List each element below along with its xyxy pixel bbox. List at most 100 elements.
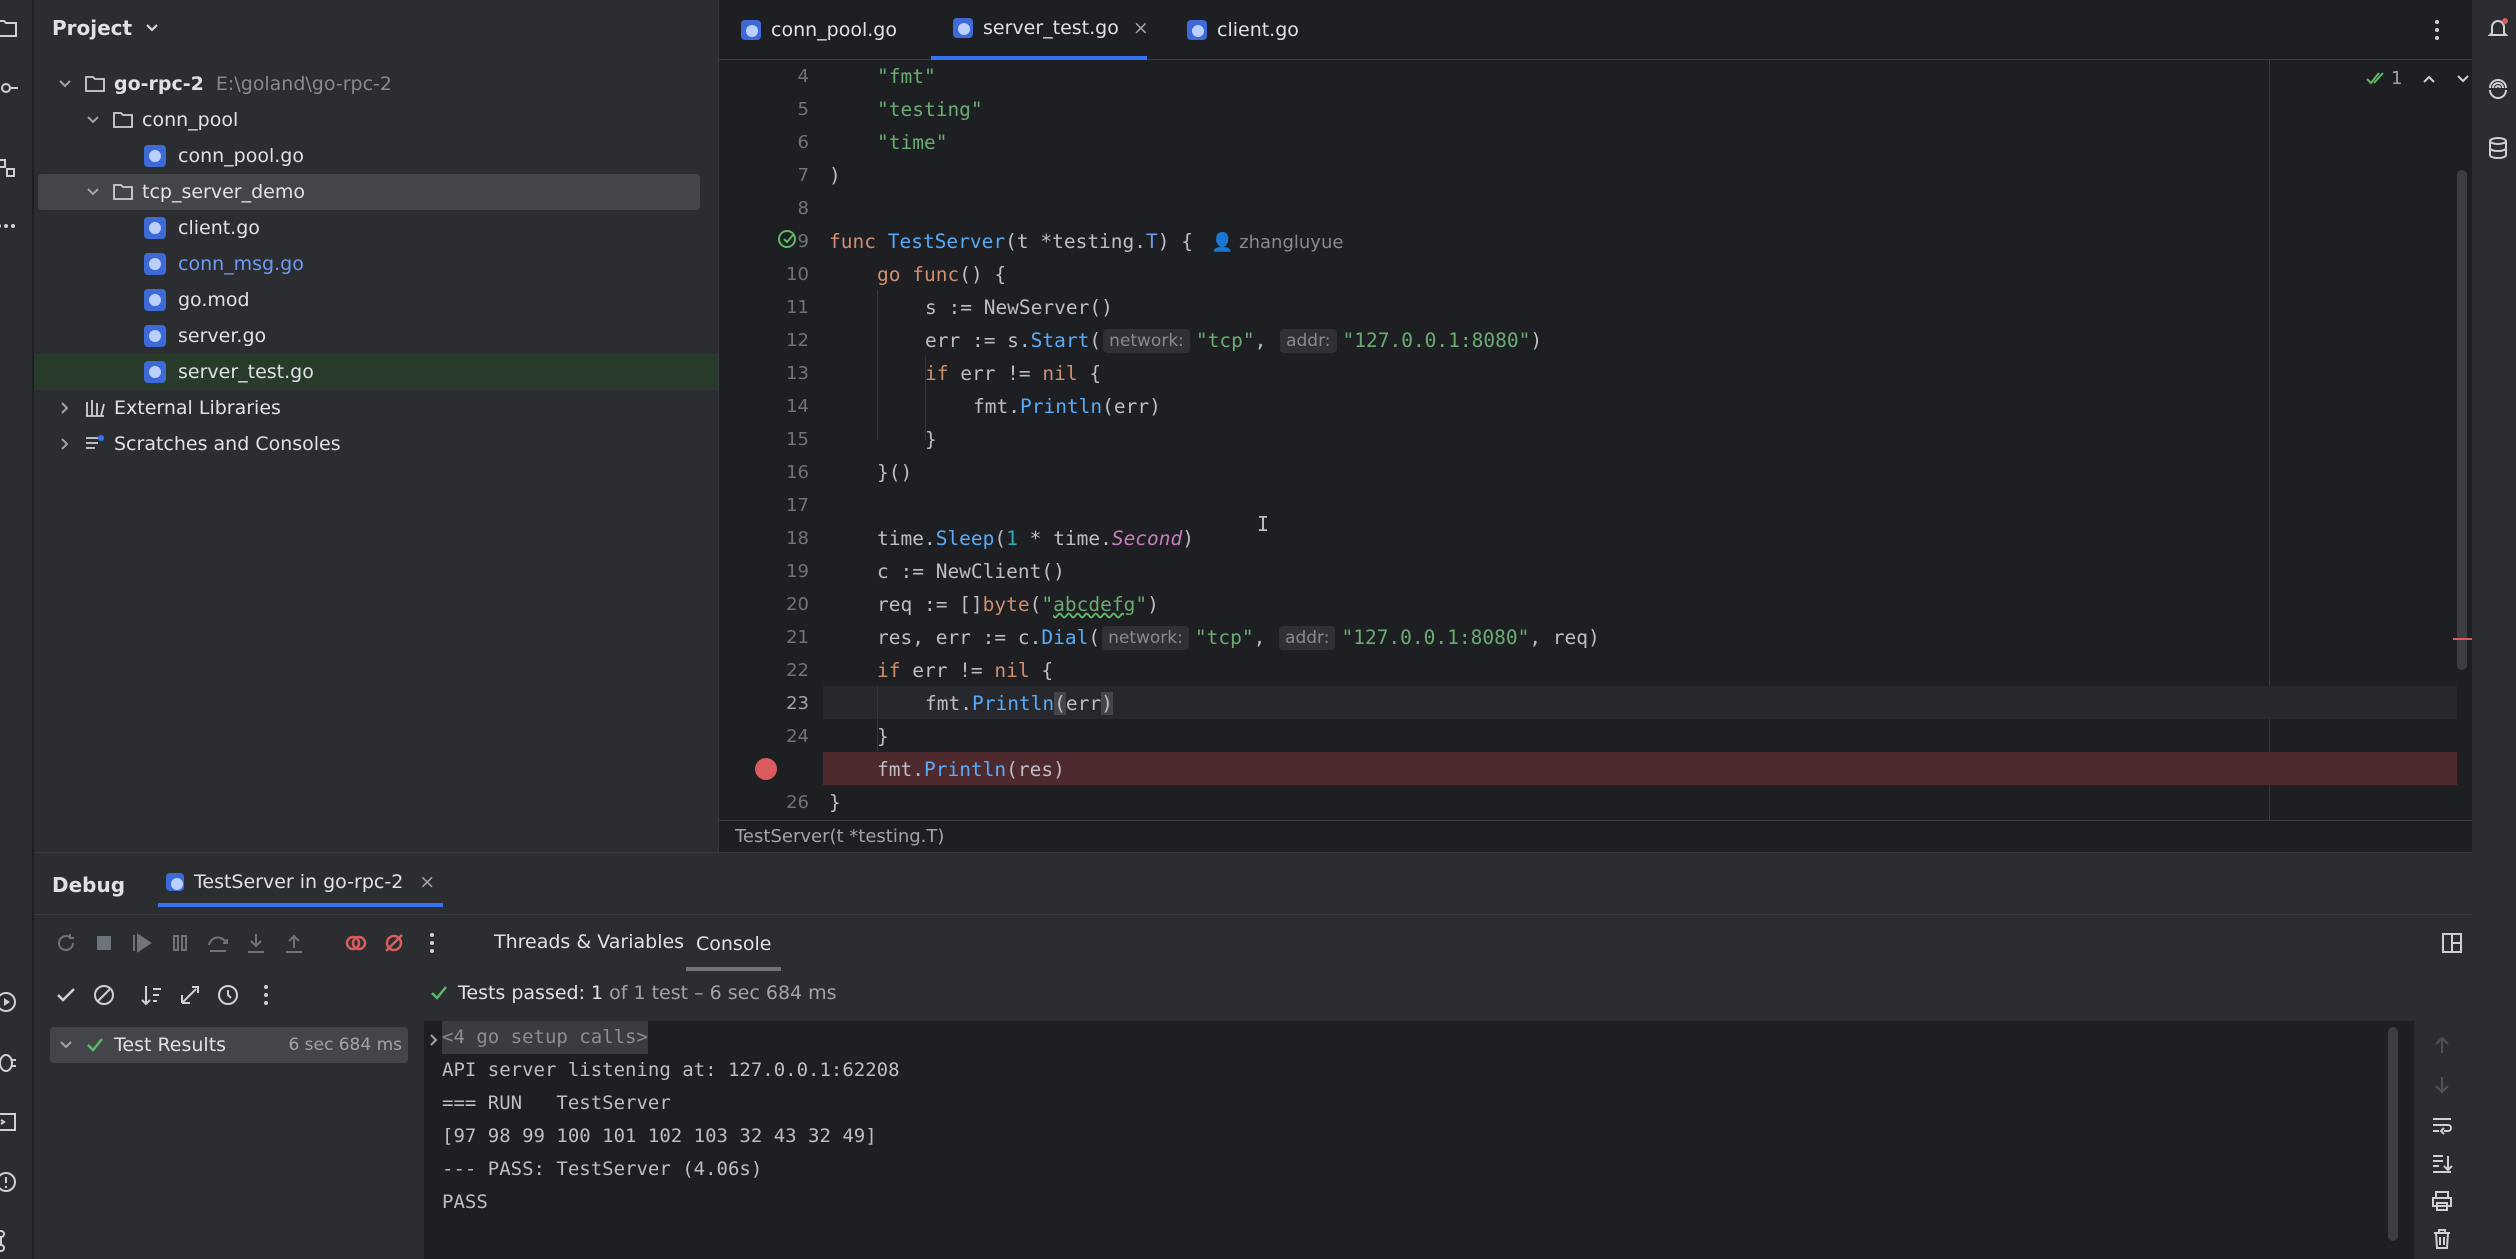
show-passed-icon[interactable]: [54, 983, 78, 1007]
tree-item-conn-msg-go[interactable]: conn_msg.go: [34, 246, 718, 282]
chevron-down-icon[interactable]: [56, 75, 74, 93]
step-into-icon[interactable]: [244, 931, 268, 955]
console-line: [97 98 99 100 101 102 103 32 43 32 49]: [442, 1125, 877, 1147]
ai-assistant-icon[interactable]: [2486, 76, 2510, 100]
tab-threads-variables[interactable]: Threads & Variables: [494, 931, 684, 953]
commit-icon[interactable]: [0, 76, 18, 100]
step-over-icon[interactable]: [206, 931, 230, 955]
stop-icon[interactable]: [92, 931, 116, 955]
go-file-icon: [741, 20, 761, 40]
console-line: <4 go setup calls>: [442, 1021, 648, 1054]
print-icon[interactable]: [2430, 1189, 2454, 1213]
tab-client-go[interactable]: client.go: [1165, 0, 1321, 60]
go-file-icon: [144, 253, 166, 275]
more-actions-icon[interactable]: [428, 931, 436, 955]
layout-settings-icon[interactable]: [2440, 931, 2464, 955]
git-icon[interactable]: [0, 1228, 18, 1252]
more-tools-icon[interactable]: [0, 214, 18, 238]
folder-icon: [112, 109, 134, 131]
scroll-down-icon[interactable]: [2430, 1073, 2454, 1097]
chevron-right-icon[interactable]: [428, 1033, 440, 1047]
database-icon[interactable]: [2486, 136, 2510, 160]
sort-alphabetically-icon[interactable]: [140, 983, 164, 1007]
tree-item-go-mod[interactable]: go.mod: [34, 282, 718, 318]
resume-icon[interactable]: [130, 931, 154, 955]
tab-conn-pool-go[interactable]: conn_pool.go: [719, 0, 919, 60]
param-hint: network:: [1103, 329, 1190, 353]
tree-item-conn-pool-go[interactable]: conn_pool.go: [34, 138, 718, 174]
scroll-to-end-icon[interactable]: [2430, 1151, 2454, 1175]
chevron-down-icon[interactable]: [84, 183, 102, 201]
code-area[interactable]: "fmt" "testing" "time" ) func TestServer…: [719, 60, 2459, 820]
tree-item-label: server_test.go: [178, 361, 314, 383]
tree-item-conn-pool[interactable]: conn_pool: [34, 102, 718, 138]
tree-item-label: conn_msg.go: [178, 253, 304, 275]
session-close-icon[interactable]: ×: [419, 871, 435, 893]
tree-item-label: go.mod: [178, 289, 250, 311]
chevron-right-icon[interactable]: [56, 399, 74, 417]
tree-item-path: E:\goland\go-rpc-2: [215, 73, 392, 95]
chevron-down-icon[interactable]: [58, 1037, 74, 1053]
more-test-actions-icon[interactable]: [262, 983, 270, 1007]
project-view-selector[interactable]: Project: [52, 16, 159, 40]
tree-item-client-go[interactable]: client.go: [34, 210, 718, 246]
tree-item-label: conn_pool: [142, 109, 239, 131]
clear-all-icon[interactable]: [2430, 1227, 2454, 1251]
author-name: zhangluyue: [1239, 232, 1344, 253]
rerun-icon[interactable]: [54, 931, 78, 955]
go-mod-icon: [144, 289, 166, 311]
tree-item-external-libraries[interactable]: External Libraries: [34, 390, 718, 426]
scroll-up-icon[interactable]: [2430, 1033, 2454, 1057]
tab-label: client.go: [1217, 19, 1299, 41]
step-out-icon[interactable]: [282, 931, 306, 955]
tree-item-server-test-go[interactable]: server_test.go: [34, 354, 718, 390]
project-title: Project: [52, 16, 133, 40]
tree-item-tcp-server-demo[interactable]: tcp_server_demo: [38, 174, 700, 210]
test-results-time: 6 sec 684 ms: [288, 1035, 402, 1055]
console-output[interactable]: <4 go setup calls> API server listening …: [424, 1021, 2414, 1259]
console-line: PASS: [442, 1191, 488, 1213]
go-file-icon: [144, 325, 166, 347]
more-options-icon[interactable]: [2433, 18, 2441, 42]
folder-icon[interactable]: [0, 16, 18, 40]
show-ignored-icon[interactable]: [92, 983, 116, 1007]
tree-item-go-rpc-2[interactable]: go-rpc-2 E:\goland\go-rpc-2: [34, 66, 718, 102]
editor-panel: conn_pool.go server_test.go × client.go …: [718, 0, 2473, 852]
param-hint: addr:: [1279, 626, 1336, 650]
pause-icon[interactable]: [168, 931, 192, 955]
sort-by-duration-icon[interactable]: [178, 983, 202, 1007]
history-icon[interactable]: [216, 983, 240, 1007]
tab-close-icon[interactable]: ×: [1133, 17, 1149, 39]
go-file-icon: [144, 145, 166, 167]
debug-icon[interactable]: [0, 1050, 18, 1074]
run-icon[interactable]: [0, 990, 18, 1014]
mute-breakpoints-icon[interactable]: [382, 931, 406, 955]
test-results-row[interactable]: Test Results 6 sec 684 ms: [50, 1027, 408, 1063]
session-label: TestServer in go-rpc-2: [194, 871, 404, 893]
console-line: === RUN TestServer: [442, 1092, 671, 1114]
structure-icon[interactable]: [0, 156, 18, 180]
view-breakpoints-icon[interactable]: [344, 931, 368, 955]
debug-session-tab[interactable]: TestServer in go-rpc-2 ×: [158, 861, 444, 907]
go-test-file-icon: [144, 361, 166, 383]
tree-item-scratches[interactable]: Scratches and Consoles: [34, 426, 718, 462]
tree-item-label: Scratches and Consoles: [114, 433, 341, 455]
tests-passed-count: 1: [591, 982, 604, 1004]
tests-status: Tests passed: 1 of 1 test – 6 sec 684 ms: [430, 975, 837, 1011]
soft-wrap-icon[interactable]: [2430, 1113, 2454, 1137]
tree-item-server-go[interactable]: server.go: [34, 318, 718, 354]
chevron-right-icon[interactable]: [56, 435, 74, 453]
debug-title: Debug: [52, 873, 126, 897]
tests-passed-label: Tests passed:: [458, 982, 586, 1004]
breadcrumb[interactable]: TestServer(t *testing.T): [719, 820, 2473, 852]
terminal-icon[interactable]: [0, 1110, 18, 1134]
author-icon: 👤: [1211, 232, 1234, 253]
console-scrollbar[interactable]: [2388, 1027, 2398, 1241]
chevron-down-icon[interactable]: [84, 111, 102, 129]
notifications-icon[interactable]: [2486, 16, 2510, 40]
folder-icon: [112, 181, 134, 203]
problems-icon[interactable]: [0, 1170, 18, 1194]
tab-console[interactable]: Console: [686, 919, 782, 971]
console-line: API server listening at: 127.0.0.1:62208: [442, 1059, 900, 1081]
tab-server-test-go[interactable]: server_test.go ×: [931, 0, 1149, 60]
